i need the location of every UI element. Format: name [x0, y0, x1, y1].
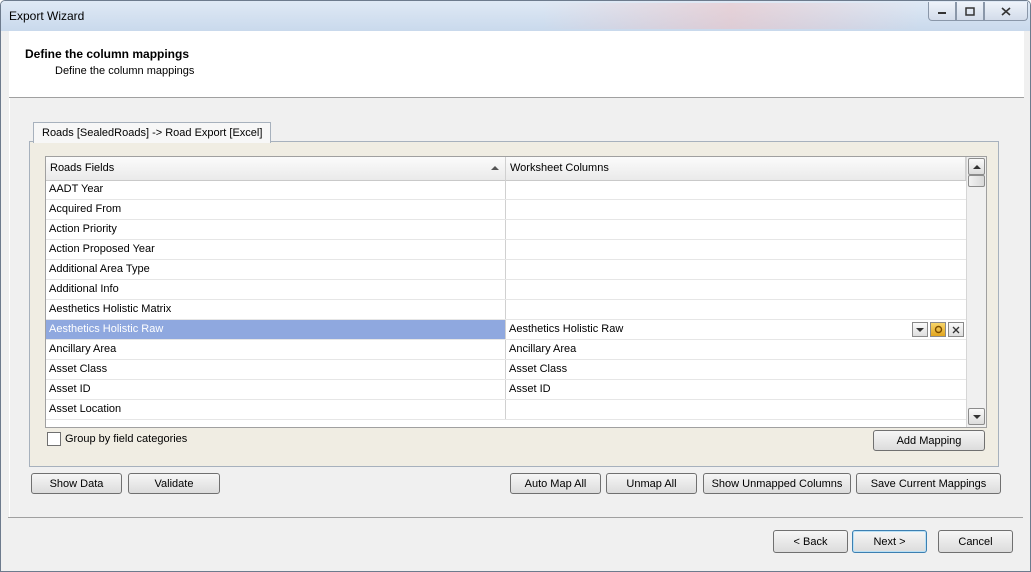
table-row[interactable]: Asset Location — [46, 400, 966, 420]
mapping-grid: Roads Fields Worksheet Columns AADT Year… — [45, 156, 987, 428]
settings-button[interactable] — [930, 322, 946, 337]
column-cell[interactable] — [506, 300, 966, 319]
background-ghost — [541, 3, 921, 29]
table-row[interactable]: Asset Class Asset Class — [46, 360, 966, 380]
column-cell[interactable]: Ancillary Area — [506, 340, 966, 359]
scroll-up-button[interactable] — [968, 158, 985, 175]
column-header-worksheet-columns[interactable]: Worksheet Columns — [506, 157, 966, 180]
scroll-thumb[interactable] — [968, 175, 985, 187]
auto-map-all-button[interactable]: Auto Map All — [510, 473, 601, 494]
table-row[interactable]: AADT Year — [46, 180, 966, 200]
grid-rows: AADT Year Acquired From Action Priority … — [46, 180, 966, 420]
cancel-button[interactable]: Cancel — [938, 530, 1013, 553]
validate-button[interactable]: Validate — [128, 473, 220, 494]
field-cell[interactable]: AADT Year — [46, 180, 506, 199]
next-button[interactable]: Next > — [852, 530, 927, 553]
page-subtitle: Define the column mappings — [55, 65, 195, 77]
gear-icon — [934, 325, 942, 334]
field-cell[interactable]: Asset ID — [46, 380, 506, 399]
table-row[interactable]: Ancillary Area Ancillary Area — [46, 340, 966, 360]
back-button[interactable]: < Back — [773, 530, 848, 553]
field-cell[interactable]: Additional Area Type — [46, 260, 506, 279]
table-row[interactable]: Additional Info — [46, 280, 966, 300]
sort-ascending-icon — [491, 166, 499, 170]
column-cell[interactable]: Asset Class — [506, 360, 966, 379]
column-header-label: Worksheet Columns — [510, 162, 609, 174]
group-by-checkbox[interactable] — [47, 432, 61, 446]
column-cell[interactable] — [506, 180, 966, 199]
footer-divider — [8, 517, 1023, 518]
column-cell[interactable] — [506, 220, 966, 239]
column-cell[interactable] — [506, 400, 966, 419]
close-button[interactable] — [984, 2, 1028, 21]
show-data-button[interactable]: Show Data — [31, 473, 122, 494]
chevron-down-icon — [916, 327, 924, 332]
minimize-icon — [938, 12, 946, 14]
table-row[interactable]: Action Proposed Year — [46, 240, 966, 260]
column-cell[interactable] — [506, 240, 966, 259]
scroll-down-button[interactable] — [968, 408, 985, 425]
grid-header: Roads Fields Worksheet Columns — [46, 157, 966, 181]
field-cell[interactable]: Aesthetics Holistic Raw — [46, 320, 506, 339]
field-cell[interactable]: Action Proposed Year — [46, 240, 506, 259]
dropdown-button[interactable] — [912, 322, 928, 337]
field-cell[interactable]: Ancillary Area — [46, 340, 506, 359]
group-by-label: Group by field categories — [65, 433, 188, 445]
table-row[interactable]: Action Priority — [46, 220, 966, 240]
title-bar[interactable]: Export Wizard — [1, 1, 1030, 31]
unmap-all-button[interactable]: Unmap All — [606, 473, 697, 494]
clear-mapping-button[interactable] — [948, 322, 964, 337]
tab-roads-export[interactable]: Roads [SealedRoads] -> Road Export [Exce… — [33, 122, 272, 143]
page-title: Define the column mappings — [25, 47, 190, 61]
column-cell[interactable] — [506, 260, 966, 279]
column-cell-value: Aesthetics Holistic Raw — [509, 323, 624, 335]
table-row[interactable]: Asset ID Asset ID — [46, 380, 966, 400]
column-cell[interactable]: Asset ID — [506, 380, 966, 399]
field-cell[interactable]: Acquired From — [46, 200, 506, 219]
maximize-icon — [965, 6, 975, 16]
field-cell[interactable]: Action Priority — [46, 220, 506, 239]
field-cell[interactable]: Additional Info — [46, 280, 506, 299]
group-by-option[interactable]: Group by field categories — [47, 432, 187, 446]
window-title: Export Wizard — [9, 9, 85, 23]
table-row[interactable]: Acquired From — [46, 200, 966, 220]
maximize-button[interactable] — [956, 2, 984, 21]
table-row[interactable]: Additional Area Type — [46, 260, 966, 280]
field-cell[interactable]: Aesthetics Holistic Matrix — [46, 300, 506, 319]
field-cell[interactable]: Asset Location — [46, 400, 506, 419]
table-row[interactable]: Aesthetics Holistic Matrix — [46, 300, 966, 320]
vertical-scrollbar[interactable] — [966, 157, 986, 427]
chevron-down-icon — [972, 414, 981, 419]
show-unmapped-columns-button[interactable]: Show Unmapped Columns — [703, 473, 851, 494]
window-controls — [928, 2, 1028, 21]
column-header-label: Roads Fields — [50, 162, 115, 174]
wizard-header: Define the column mappings Define the co… — [9, 31, 1024, 98]
close-icon — [952, 326, 960, 333]
save-current-mappings-button[interactable]: Save Current Mappings — [856, 473, 1001, 494]
add-mapping-button[interactable]: Add Mapping — [873, 430, 985, 451]
field-cell[interactable]: Asset Class — [46, 360, 506, 379]
table-row-selected[interactable]: Aesthetics Holistic Raw Aesthetics Holis… — [46, 320, 966, 340]
column-cell-editing[interactable]: Aesthetics Holistic Raw — [506, 320, 966, 339]
column-cell[interactable] — [506, 280, 966, 299]
column-cell[interactable] — [506, 200, 966, 219]
close-icon — [1001, 6, 1011, 16]
cell-editor-buttons — [912, 322, 964, 337]
chevron-up-icon — [972, 164, 981, 169]
minimize-button[interactable] — [928, 2, 956, 21]
column-header-roads-fields[interactable]: Roads Fields — [46, 157, 506, 180]
